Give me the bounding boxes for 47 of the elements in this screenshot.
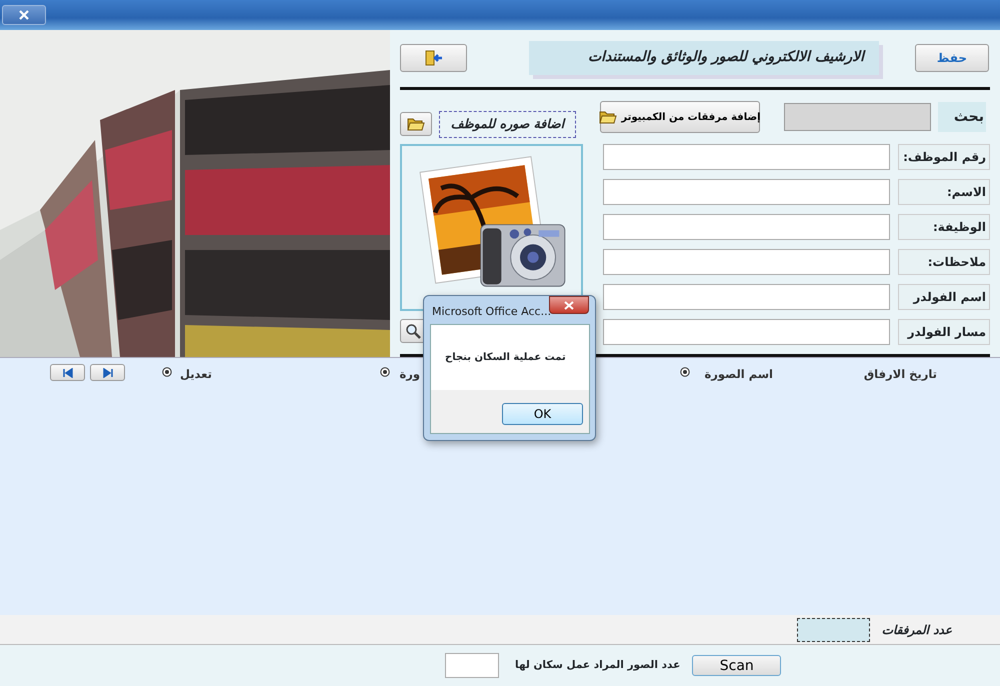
search-label: بحث [938,102,986,132]
first-record-button[interactable] [50,364,85,381]
radio-icon[interactable] [680,367,690,377]
field-label: الاسم: [898,179,990,206]
door-arrow-icon [424,50,442,66]
text-field[interactable] [603,179,890,206]
open-folder-button[interactable] [400,112,432,136]
last-record-icon [102,368,112,378]
exit-button[interactable] [400,44,467,72]
last-record-button[interactable] [90,364,125,381]
folder-icon [599,110,618,124]
column-header: تعديل [180,366,212,383]
radio-icon[interactable] [162,367,172,377]
column-header: تاريخ الارفاق [864,366,937,383]
form-title: الارشيف الالكتروني للصور والوثائق والمستندات [529,40,879,75]
add-photo-label: اضافة صوره للموظف [439,110,576,138]
search-icon [405,323,421,340]
text-field[interactable] [603,144,890,170]
scan-count-label: عدد الصور المراد عمل سكان لها [515,658,680,673]
attachment-count-field[interactable] [796,618,870,642]
close-button[interactable] [2,5,46,25]
scan-button[interactable]: Scan [692,655,782,676]
ok-button[interactable]: OK [502,403,583,425]
first-record-icon [62,368,72,378]
column-header: ورة [399,366,420,383]
attachment-count-label: عدد المرفقات [882,622,952,638]
close-icon [18,10,30,20]
column-header: اسم الصورة [704,366,773,383]
field-label: اسم الفولدر [898,284,990,310]
text-field[interactable] [603,214,890,240]
text-field[interactable] [603,319,890,346]
search-field[interactable] [784,103,931,132]
field-label: ملاحظات: [898,249,990,276]
field-label: مسار الفولدر [898,319,990,346]
save-button[interactable]: حفظ [915,44,989,72]
scan-count-field[interactable] [445,653,499,678]
text-field[interactable] [603,249,890,276]
folder-icon [407,117,425,132]
close-icon [564,300,574,310]
close-button[interactable] [549,296,589,314]
dialog-title: Microsoft Office Acc... [432,304,552,320]
dialog-message: تمت عملية السكان بنجاح [445,351,566,365]
field-label: الوظيفة: [898,214,990,240]
radio-icon[interactable] [380,367,390,377]
attach-button[interactable]: إضافة مرفقات من الكمبيوتر [600,101,760,134]
text-field[interactable] [603,284,890,310]
field-label: رقم الموظف: [898,144,990,170]
